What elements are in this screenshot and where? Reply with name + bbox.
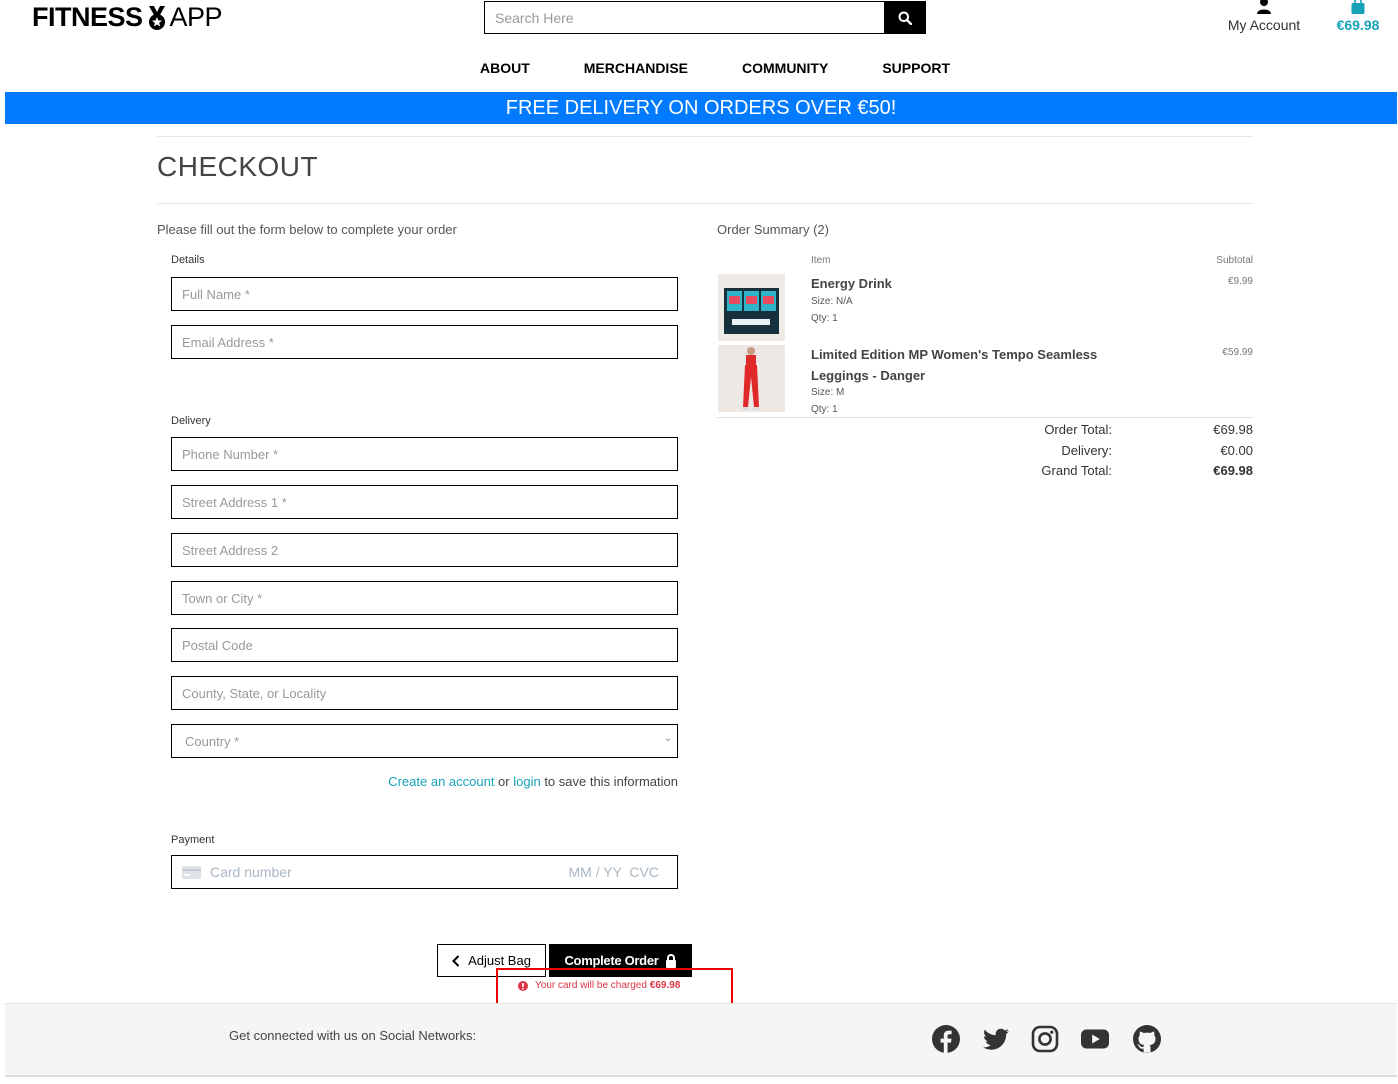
twitter-icon[interactable] xyxy=(981,1024,1011,1054)
county-field[interactable] xyxy=(171,676,678,710)
grand-total-label: Grand Total: xyxy=(1041,463,1112,478)
search-bar xyxy=(484,1,926,34)
divider xyxy=(717,417,1253,418)
country-select[interactable]: Country * xyxy=(171,724,678,758)
form-intro: Please fill out the form below to comple… xyxy=(157,222,457,237)
card-expiry-cvc-placeholder: MM / YY CVC xyxy=(568,864,659,880)
full-name-field[interactable] xyxy=(171,277,678,311)
shopping-bag-icon xyxy=(1351,0,1365,14)
leggings-image xyxy=(718,345,785,412)
complete-order-label: Complete Order xyxy=(564,953,659,968)
item-qty: Qty: 1 xyxy=(811,313,838,324)
order-total-value: €69.98 xyxy=(1213,422,1253,437)
search-button[interactable] xyxy=(884,1,926,34)
grand-total-value: €69.98 xyxy=(1213,463,1253,478)
divider xyxy=(157,203,1253,204)
street-address-1-field[interactable] xyxy=(171,485,678,519)
search-input[interactable] xyxy=(484,1,884,34)
exclamation-circle-icon xyxy=(518,980,528,991)
item-price: €59.99 xyxy=(1222,347,1253,358)
street-address-2-field[interactable] xyxy=(171,533,678,567)
item-size: Size: M xyxy=(811,387,845,398)
item-size: Size: N/A xyxy=(811,296,853,307)
youtube-icon[interactable] xyxy=(1080,1024,1110,1054)
save-info-or: or xyxy=(494,774,514,789)
facebook-icon[interactable] xyxy=(931,1024,961,1054)
medal-icon xyxy=(148,5,165,30)
email-field[interactable] xyxy=(171,325,678,359)
brand-name-bold: FITNESS xyxy=(32,2,143,32)
card-element[interactable]: Card number MM / YY CVC xyxy=(171,855,678,889)
phone-field[interactable] xyxy=(171,437,678,471)
instagram-icon[interactable] xyxy=(1030,1024,1060,1054)
order-total-label: Order Total: xyxy=(1044,422,1112,437)
column-header-subtotal: Subtotal xyxy=(1216,255,1253,266)
nav-about[interactable]: ABOUT xyxy=(453,60,557,76)
search-icon xyxy=(898,11,912,25)
footer xyxy=(5,1003,1397,1075)
item-name: Energy Drink xyxy=(811,276,892,291)
shopping-bag-link[interactable]: €69.98 xyxy=(1332,0,1384,33)
bag-total: €69.98 xyxy=(1336,17,1380,33)
charge-text: Your card will be charged €69.98 xyxy=(535,980,680,991)
nav-community[interactable]: COMMUNITY xyxy=(715,60,855,76)
delivery-total-label: Delivery: xyxy=(1061,443,1112,458)
credit-card-icon xyxy=(182,865,201,879)
user-icon xyxy=(1257,0,1271,14)
details-label: Details xyxy=(171,254,205,266)
save-info-rest: to save this information xyxy=(540,774,678,789)
main-nav: ABOUT MERCHANDISE COMMUNITY SUPPORT xyxy=(0,60,1398,76)
order-summary-title: Order Summary (2) xyxy=(717,222,829,237)
nav-support[interactable]: SUPPORT xyxy=(855,60,977,76)
column-header-item: Item xyxy=(811,255,831,266)
social-networks-text: Get connected with us on Social Networks… xyxy=(229,1028,477,1043)
postal-code-field[interactable] xyxy=(171,628,678,662)
free-delivery-banner: FREE DELIVERY ON ORDERS OVER €50! xyxy=(5,92,1397,124)
card-number-placeholder: Card number xyxy=(210,864,292,880)
chevron-left-icon xyxy=(452,954,460,967)
delivery-total-value: €0.00 xyxy=(1220,443,1253,458)
divider xyxy=(5,1075,1397,1077)
energy-drink-image xyxy=(718,274,785,341)
brand-logo[interactable]: FITNESS APP xyxy=(32,2,223,33)
brand-name-rest: APP xyxy=(169,2,223,32)
divider xyxy=(157,136,1253,137)
page-title: CHECKOUT xyxy=(157,151,319,182)
create-account-link[interactable]: Create an account xyxy=(388,774,494,789)
delivery-label: Delivery xyxy=(171,415,211,427)
charge-notice: Your card will be charged €69.98 xyxy=(518,980,680,991)
my-account-link[interactable]: My Account xyxy=(1224,0,1304,33)
item-qty: Qty: 1 xyxy=(811,404,838,415)
nav-merchandise[interactable]: MERCHANDISE xyxy=(557,60,715,76)
login-link[interactable]: login xyxy=(513,774,540,789)
github-icon[interactable] xyxy=(1132,1024,1162,1054)
my-account-label: My Account xyxy=(1227,17,1301,33)
charge-amount: €69.98 xyxy=(649,980,681,991)
payment-label: Payment xyxy=(171,834,215,846)
lock-icon xyxy=(665,953,676,968)
item-name: Limited Edition MP Women's Tempo Seamles… xyxy=(811,347,1098,383)
save-info-text: Create an account or login to save this … xyxy=(171,774,678,789)
adjust-bag-label: Adjust Bag xyxy=(468,953,531,968)
town-city-field[interactable] xyxy=(171,581,678,615)
charge-label: Your card will be charged xyxy=(535,980,650,991)
item-price: €9.99 xyxy=(1227,276,1253,287)
